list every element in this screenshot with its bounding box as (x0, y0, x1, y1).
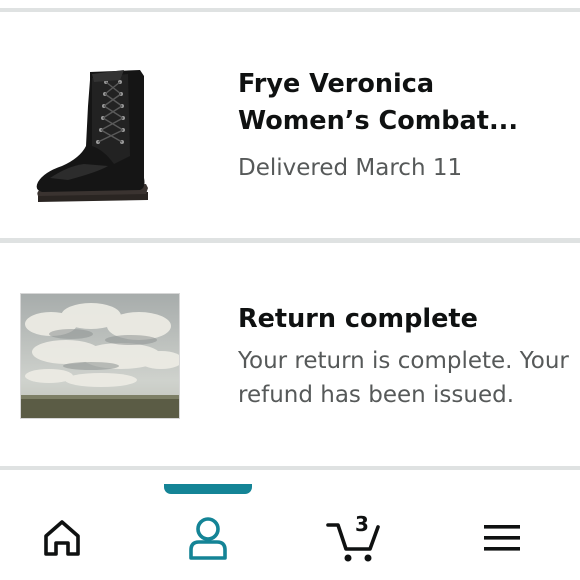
home-icon (44, 520, 80, 556)
nav-home-button[interactable] (12, 508, 112, 568)
boot-product-image[interactable] (28, 66, 158, 212)
orders-page: Frye Veronica Women’s Combat... Delivere… (0, 0, 580, 580)
menu-icon (484, 525, 520, 551)
nav-menu-button[interactable] (452, 508, 552, 568)
nav-cart-button[interactable]: 3 (304, 508, 404, 568)
landscape-product-image[interactable] (20, 293, 183, 419)
cart-count-badge: 3 (355, 512, 369, 536)
bottom-navigation: 3 (0, 480, 580, 580)
divider (0, 466, 580, 470)
order-title[interactable]: Frye Veronica Women’s Combat... (238, 66, 573, 140)
return-status-message: Your return is complete. Your refund has… (238, 348, 569, 408)
account-icon (189, 517, 227, 560)
nav-account-button[interactable] (158, 508, 258, 568)
active-tab-indicator (164, 484, 252, 494)
order-card-boots[interactable]: Frye Veronica Women’s Combat... Delivere… (0, 12, 580, 238)
delivery-status: Delivered March 11 (238, 155, 463, 181)
order-card-return[interactable]: Return complete Your return is complete.… (0, 243, 580, 466)
return-status-title[interactable]: Return complete (238, 301, 573, 338)
